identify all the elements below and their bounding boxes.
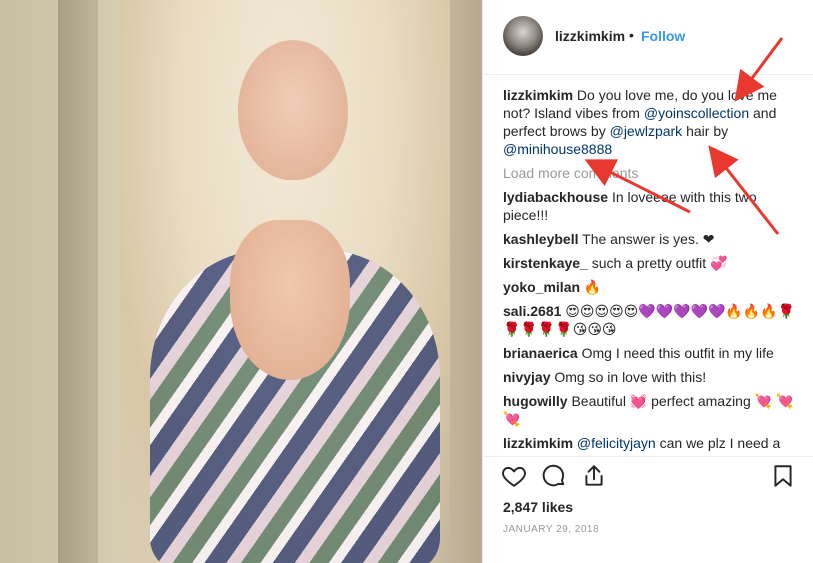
comment-username[interactable]: kirstenkaye_	[503, 255, 588, 271]
comment-text: such a pretty outfit 💞	[591, 255, 728, 271]
comment-username[interactable]: lydiabackhouse	[503, 189, 608, 205]
bookmark-icon[interactable]	[770, 463, 796, 494]
comment-text: 🔥	[583, 279, 602, 295]
comment: yoko_milan 🔥	[503, 278, 801, 296]
header-username[interactable]: lizzkimkim	[555, 28, 625, 44]
comment-username[interactable]: brianaerica	[503, 345, 578, 361]
share-icon[interactable]	[581, 463, 607, 494]
comment: brianaerica Omg I need this outfit in my…	[503, 344, 801, 362]
caption-username[interactable]: lizzkimkim	[503, 87, 573, 103]
comment-username[interactable]: hugowilly	[503, 393, 568, 409]
comment: nivyjay Omg so in love with this!	[503, 368, 801, 386]
follow-button[interactable]: Follow	[641, 28, 685, 44]
comment-mention[interactable]: @felicityjayn	[577, 435, 656, 451]
separator-dot: •	[629, 27, 634, 43]
comment: lydiabackhouse In loveeee with this two …	[503, 188, 801, 224]
post-photo[interactable]	[0, 0, 482, 563]
comment: lizzkimkim @felicityjayn can we plz I ne…	[503, 434, 801, 452]
comment-username[interactable]: yoko_milan	[503, 279, 580, 295]
comment: hugowilly Beautiful 💓 perfect amazing 💘 …	[503, 392, 801, 428]
caption-mention-minihouse8888[interactable]: @minihouse8888	[503, 141, 612, 157]
photo-face	[238, 40, 348, 180]
avatar[interactable]	[503, 16, 543, 56]
comment-text: can we plz I need a	[659, 435, 781, 451]
comment-username[interactable]: nivyjay	[503, 369, 550, 385]
comment-username[interactable]: kashleybell	[503, 231, 579, 247]
action-bar	[483, 456, 813, 497]
heart-icon[interactable]	[501, 463, 527, 494]
caption-text-3: hair by	[686, 123, 729, 139]
comment-text: Omg I need this outfit in my life	[581, 345, 774, 361]
post-header: lizzkimkim • Follow	[483, 0, 813, 75]
caption-mention-jewlzpark[interactable]: @jewlzpark	[610, 123, 683, 139]
comment-text: The answer is yes. ❤	[582, 231, 715, 247]
comment: kirstenkaye_ such a pretty outfit 💞	[503, 254, 801, 272]
post-side-panel: lizzkimkim • Follow lizzkimkim Do you lo…	[482, 0, 813, 563]
comment: kashleybell The answer is yes. ❤	[503, 230, 801, 248]
post-date: JANUARY 29, 2018	[503, 524, 600, 535]
caption: lizzkimkim Do you love me, do you love m…	[503, 86, 801, 158]
photo-neckline	[230, 220, 350, 380]
load-more-comments-button[interactable]: Load more comments	[503, 164, 801, 182]
photo-doorframe	[58, 0, 98, 563]
comment-username[interactable]: lizzkimkim	[503, 435, 573, 451]
comment-username[interactable]: sali.2681	[503, 303, 561, 319]
comment-text: Omg so in love with this!	[554, 369, 707, 385]
likes-count[interactable]: 2,847 likes	[503, 499, 573, 515]
comment-icon[interactable]	[541, 463, 567, 494]
comment: sali.2681 😍😍😍😍😍💜💜💜💜💜🔥🔥🔥🌹🌹🌹🌹🌹😘😘😘	[503, 302, 801, 338]
caption-mention-yoinscollection[interactable]: @yoinscollection	[644, 105, 749, 121]
comments-list[interactable]: lizzkimkim Do you love me, do you love m…	[503, 86, 801, 454]
